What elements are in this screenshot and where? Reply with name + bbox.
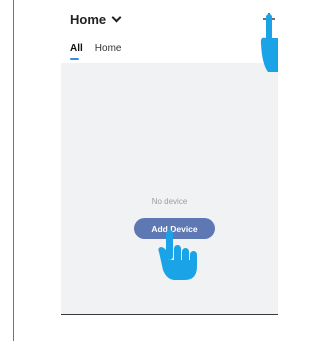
pointer-hand-icon xyxy=(260,14,278,72)
tab-all[interactable]: All xyxy=(70,43,83,60)
pointer-hand-icon xyxy=(158,230,197,280)
chevron-down-icon xyxy=(111,12,122,23)
empty-state-message: No device xyxy=(151,197,188,206)
tab-home[interactable]: Home xyxy=(95,43,122,54)
home-selector[interactable]: Home xyxy=(70,12,122,27)
room-tabs: All Home xyxy=(70,43,122,60)
phone-bottom-edge xyxy=(61,314,278,315)
page-border-line xyxy=(13,0,14,341)
app-header: Home All Home xyxy=(61,0,278,63)
home-title-label: Home xyxy=(70,12,107,27)
